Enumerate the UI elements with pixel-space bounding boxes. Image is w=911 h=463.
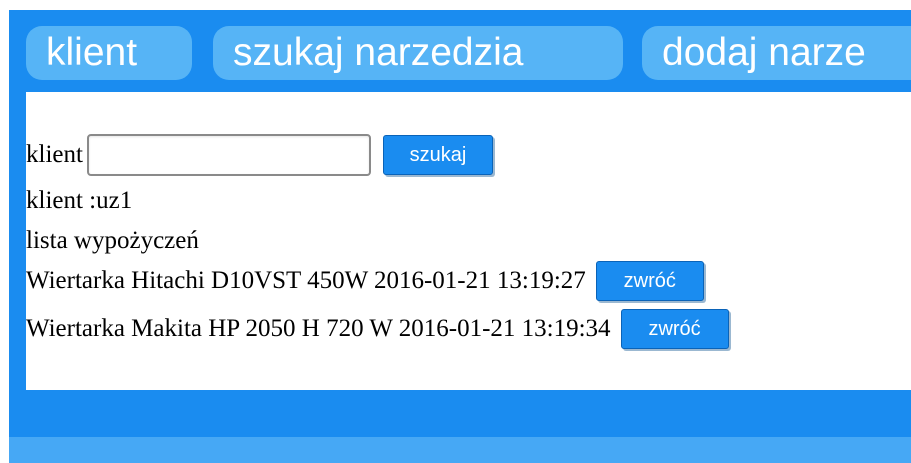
loan-item: Wiertarka Hitachi D10VST 450W 2016-01-21… — [26, 259, 704, 303]
return-button[interactable]: zwróć — [595, 261, 704, 301]
loans-list-title: lista wypożyczeń — [26, 227, 199, 254]
client-search-form: klient szukaj — [26, 132, 493, 178]
tab-klient[interactable]: klient — [26, 26, 192, 80]
content-panel: klient szukaj klient :uz1 lista wypożycz… — [26, 92, 911, 390]
search-button[interactable]: szukaj — [382, 135, 493, 175]
client-info: klient :uz1 — [26, 187, 133, 214]
client-search-label: klient — [26, 141, 83, 168]
client-search-input[interactable] — [86, 134, 371, 176]
loan-item-text: Wiertarka Hitachi D10VST 450W 2016-01-21… — [26, 267, 586, 294]
return-button[interactable]: zwróć — [620, 309, 729, 349]
footer-bar — [9, 437, 911, 463]
tab-szukaj-narzedzia[interactable]: szukaj narzedzia — [213, 26, 623, 80]
loan-item-text: Wiertarka Makita HP 2050 H 720 W 2016-01… — [26, 315, 611, 342]
tab-dodaj-narzedzie[interactable]: dodaj narze — [642, 26, 911, 80]
loan-item: Wiertarka Makita HP 2050 H 720 W 2016-01… — [26, 306, 729, 352]
